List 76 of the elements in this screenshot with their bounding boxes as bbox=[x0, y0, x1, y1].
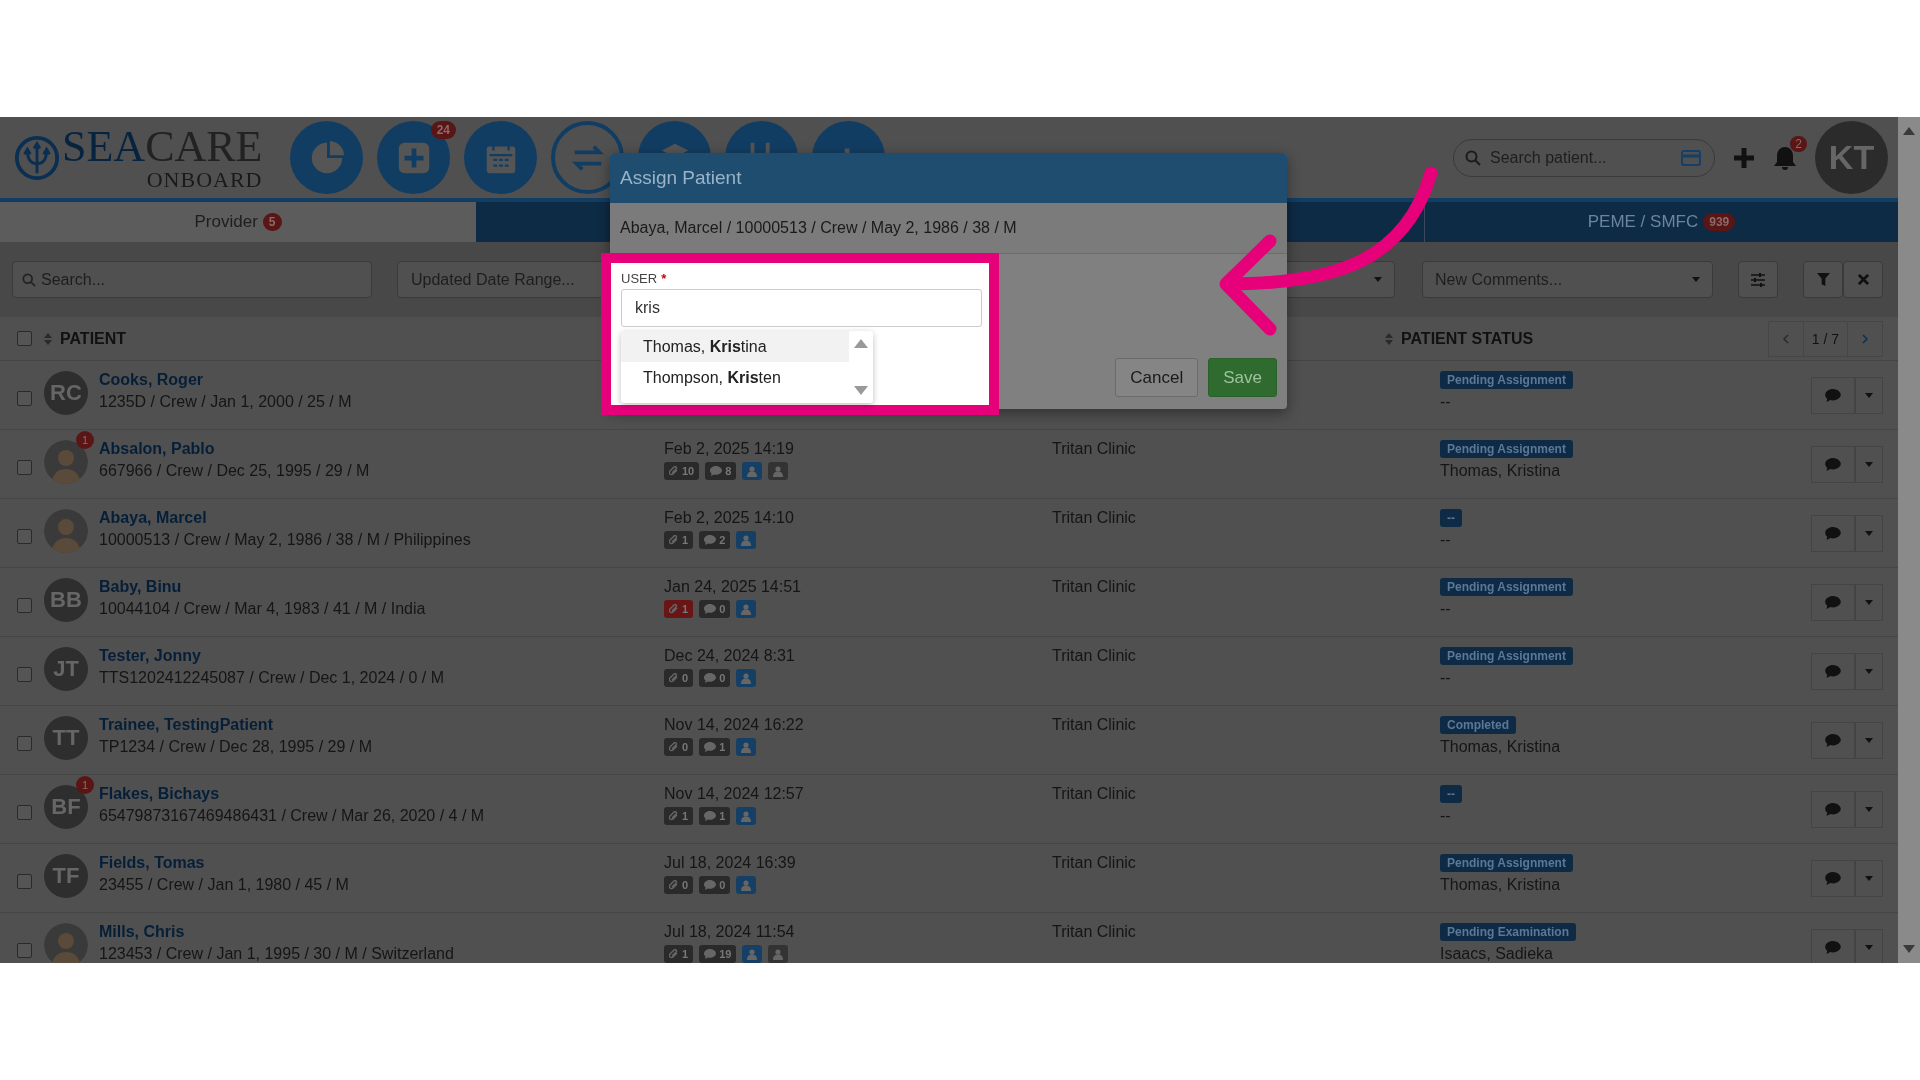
updated-date: Jan 24, 2025 14:51 bbox=[664, 578, 801, 596]
attachment-count-chip: 1 bbox=[664, 600, 694, 618]
status-badge: Pending Assignment bbox=[1440, 647, 1573, 665]
patient-summary: Abaya, Marcel / 10000513 / Crew / May 2, 1986 / 38 / M bbox=[620, 219, 1017, 237]
updated-date: Jul 18, 2024 16:39 bbox=[664, 854, 796, 872]
attachment-count-chip: 0 bbox=[664, 876, 694, 894]
patient-details: 65479873167469486431 / Crew / Mar 26, 2020 / 4 / M bbox=[99, 807, 485, 825]
avatar-initials: TF bbox=[44, 854, 88, 898]
updated-date: Feb 2, 2025 14:19 bbox=[664, 440, 794, 458]
status-badge: Pending Assignment bbox=[1440, 578, 1573, 596]
alert-badge: 1 bbox=[76, 431, 94, 449]
count-badge: 24 bbox=[430, 121, 456, 139]
required-mark: * bbox=[661, 271, 667, 286]
page-indicator: 1 / 7 bbox=[1802, 321, 1848, 356]
patient-details: TP1234 / Crew / Dec 28, 1995 / 29 / M bbox=[99, 738, 373, 756]
status-badge: Pending Assignment bbox=[1440, 440, 1573, 458]
comment-count-chip: 0 bbox=[699, 669, 731, 687]
assignee-name: Isaacs, Sadieka bbox=[1440, 945, 1553, 963]
status-badge: -- bbox=[1440, 785, 1462, 803]
attachment-count-chip: 1 bbox=[664, 945, 694, 963]
updated-date: Feb 2, 2025 14:10 bbox=[664, 509, 794, 527]
clinic-name: Tritan Clinic bbox=[1052, 440, 1136, 457]
comment-count-chip: 2 bbox=[699, 531, 731, 549]
updated-date: Nov 14, 2024 16:22 bbox=[664, 716, 804, 734]
assignee-name: Thomas, Kristina bbox=[1440, 738, 1561, 756]
clinic-name: Tritan Clinic bbox=[1052, 578, 1136, 595]
assignee-name: Thomas, Kristina bbox=[1440, 876, 1561, 894]
alert-badge: 1 bbox=[76, 776, 94, 794]
status-badge: Pending Assignment bbox=[1440, 371, 1573, 389]
notification-badge: 2 bbox=[1790, 135, 1807, 152]
assignee-name: -- bbox=[1440, 531, 1451, 549]
patient-details: 1235D / Crew / Jan 1, 2000 / 25 / M bbox=[99, 393, 352, 411]
field-label: USER bbox=[621, 271, 658, 286]
patient-details: 667966 / Crew / Dec 25, 1995 / 29 / M bbox=[99, 462, 370, 480]
attachment-count-chip: 1 bbox=[664, 531, 694, 549]
status-badge: Pending Examination bbox=[1440, 923, 1576, 941]
comment-count-chip: 8 bbox=[705, 462, 737, 480]
dialog-title: Assign Patient bbox=[620, 167, 742, 189]
status-badge: Pending Assignment bbox=[1440, 854, 1573, 872]
assignee-name: Thomas, Kristina bbox=[1440, 462, 1561, 480]
avatar-initials: TT bbox=[44, 716, 88, 760]
comment-count-chip: 1 bbox=[699, 738, 731, 756]
comment-count-chip: 0 bbox=[699, 876, 731, 894]
patient-details: TTS1202412245087 / Crew / Dec 1, 2024 / 0 / M bbox=[99, 669, 445, 687]
assignee-name: -- bbox=[1440, 807, 1451, 825]
status-badge: Completed bbox=[1440, 716, 1516, 734]
patient-details: 10044104 / Crew / Mar 4, 1983 / 41 / M / India bbox=[99, 600, 426, 618]
avatar-initials: RC bbox=[44, 371, 88, 415]
clinic-name: Tritan Clinic bbox=[1052, 854, 1136, 871]
column-header: PATIENT bbox=[60, 329, 127, 348]
assignee-name: -- bbox=[1440, 669, 1451, 687]
avatar-initials: JT bbox=[44, 647, 88, 691]
clinic-name: Tritan Clinic bbox=[1052, 647, 1136, 664]
patient-details: 23455 / Crew / Jan 1, 1980 / 45 / M bbox=[99, 876, 349, 894]
comment-count-chip: 0 bbox=[699, 600, 731, 618]
updated-date: Nov 14, 2024 12:57 bbox=[664, 785, 804, 803]
assignee-name: -- bbox=[1440, 600, 1451, 618]
assignee-name: -- bbox=[1440, 393, 1451, 411]
clinic-name: Tritan Clinic bbox=[1052, 716, 1136, 733]
updated-date: Dec 24, 2024 8:31 bbox=[664, 647, 795, 665]
logo-wordmark: SEA bbox=[62, 124, 146, 169]
attachment-count-chip: 10 bbox=[664, 462, 700, 480]
attachment-count-chip: 1 bbox=[664, 807, 694, 825]
avatar-initials: BB bbox=[44, 578, 88, 622]
updated-date: Jul 18, 2024 11:54 bbox=[664, 923, 795, 941]
clinic-name: Tritan Clinic bbox=[1052, 785, 1136, 802]
attachment-count-chip: 0 bbox=[664, 738, 694, 756]
column-header: PATIENT STATUS bbox=[1401, 329, 1534, 348]
patient-details: 10000513 / Crew / May 2, 1986 / 38 / M / Philippines bbox=[99, 531, 471, 549]
clinic-name: Tritan Clinic bbox=[1052, 509, 1136, 526]
patient-details: 123453 / Crew / Jan 1, 1995 / 30 / M / Switzerland bbox=[99, 945, 454, 963]
clinic-name: Tritan Clinic bbox=[1052, 923, 1136, 940]
attachment-count-chip: 0 bbox=[664, 669, 694, 687]
comment-count-chip: 1 bbox=[699, 807, 731, 825]
status-badge: -- bbox=[1440, 509, 1462, 527]
comment-count-chip: 19 bbox=[699, 945, 737, 963]
